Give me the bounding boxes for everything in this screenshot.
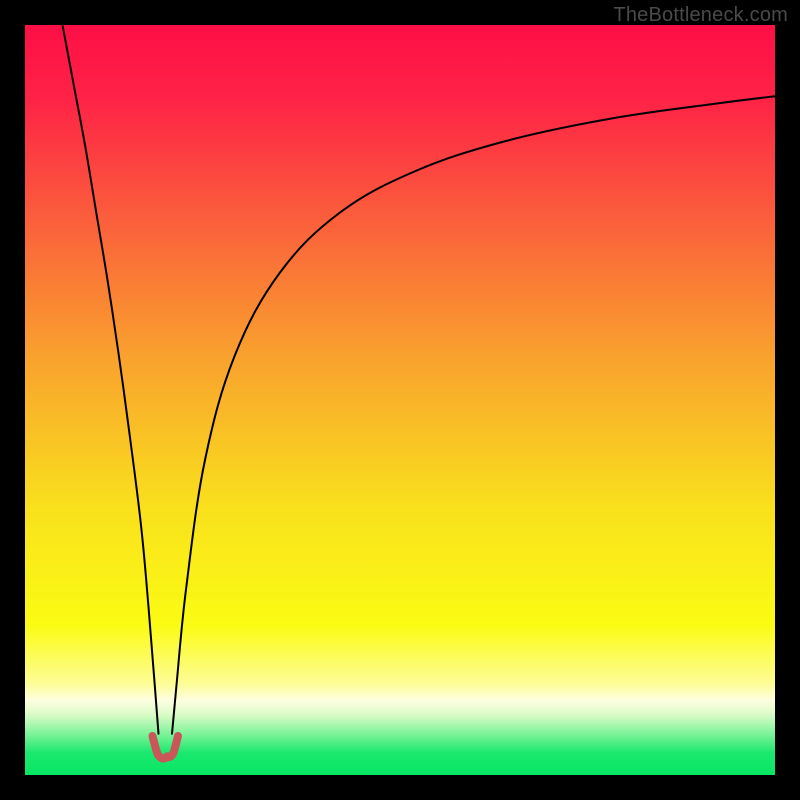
- chart-frame: TheBottleneck.com: [0, 0, 800, 800]
- left-branch-curve: [63, 25, 159, 734]
- plot-area: [25, 25, 775, 775]
- curve-layer: [25, 25, 775, 775]
- right-branch-curve: [172, 96, 775, 734]
- watermark-text: TheBottleneck.com: [613, 4, 788, 27]
- valley-marker: [153, 736, 179, 759]
